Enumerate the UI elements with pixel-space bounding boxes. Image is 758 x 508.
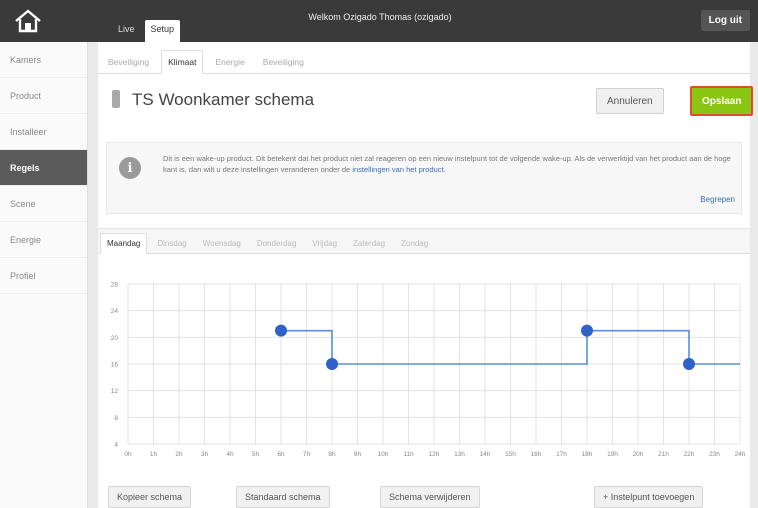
x-tick-label: 14h — [480, 451, 491, 458]
x-tick-label: 18h — [582, 451, 593, 458]
save-button[interactable]: Opslaan — [690, 86, 754, 116]
x-tick-label: 13h — [454, 451, 465, 458]
sidebar-item-scene[interactable]: Scene — [0, 186, 87, 222]
x-tick-label: 7h — [303, 451, 311, 458]
top-bar: Live Setup Welkom Ozigado Thomas (ozigad… — [0, 0, 758, 42]
x-tick-label: 17h — [556, 451, 567, 458]
y-tick-label: 16 — [111, 362, 119, 369]
main-panel: Beveiliging Klimaat Energie Beveiliging … — [98, 42, 754, 508]
x-tick-label: 10h — [378, 451, 389, 458]
x-tick-label: 4h — [226, 451, 234, 458]
tab-zondag[interactable]: Zondag — [395, 234, 434, 253]
delete-schedule-button[interactable]: Schema verwijderen — [380, 486, 480, 508]
x-tick-label: 24h — [735, 451, 746, 458]
y-tick-label: 12 — [111, 388, 119, 395]
setpoint-handle[interactable] — [275, 324, 287, 337]
info-icon: i — [119, 157, 141, 179]
x-tick-label: 3h — [201, 451, 209, 458]
add-setpoint-button[interactable]: + Instelpunt toevoegen — [594, 486, 704, 508]
sidebar-item-installeer[interactable]: Installeer — [0, 114, 87, 150]
bottom-actions: Kopieer schema Standaard schema Schema v… — [98, 486, 750, 508]
y-tick-label: 20 — [111, 335, 119, 342]
x-tick-label: 0h — [124, 451, 132, 458]
schedule-chart[interactable]: 0h 1h 2h 3h 4h 5h 6h 7h 8h 9h 10h 11h 12h 13h 14h 15h 16… — [98, 272, 750, 472]
x-tick-label: 11h — [403, 451, 414, 458]
x-tick-label: 21h — [658, 451, 669, 458]
sub-tabs: Beveiliging Klimaat Energie Beveiliging — [98, 42, 750, 74]
y-tick-label: 28 — [111, 282, 119, 289]
info-text: Dit is een wake-up product. Dit betekent… — [163, 153, 735, 175]
sidebar-item-kamers[interactable]: Kamers — [0, 42, 87, 78]
x-tick-label: 2h — [175, 451, 183, 458]
info-message: Dit is een wake-up product. Dit betekent… — [163, 154, 731, 174]
tab-beveiliging[interactable]: Beveiliging — [102, 51, 155, 73]
x-tick-label: 12h — [429, 451, 440, 458]
sidebar: Kamers Product Installeer Regels Scene E… — [0, 42, 88, 508]
mode-setup[interactable]: Setup — [144, 20, 181, 42]
sidebar-item-regels[interactable]: Regels — [0, 150, 87, 186]
tab-donderdag[interactable]: Donderdag — [251, 234, 303, 253]
x-tick-label: 22h — [684, 451, 695, 458]
setpoint-handle[interactable] — [683, 358, 695, 370]
copy-schedule-button[interactable]: Kopieer schema — [108, 486, 192, 508]
y-tick-label: 24 — [111, 308, 119, 315]
title-row: TS Woonkamer schema Annuleren Opslaan — [108, 86, 754, 118]
page-title: TS Woonkamer schema — [132, 90, 315, 109]
sidebar-item-profiel[interactable]: Profiel — [0, 258, 87, 294]
x-tick-label: 1h — [150, 451, 158, 458]
tab-woensdag[interactable]: Woensdag — [197, 234, 247, 253]
setpoint-handle[interactable] — [326, 358, 338, 370]
mode-live[interactable]: Live — [112, 20, 141, 42]
x-tick-label: 9h — [354, 451, 362, 458]
logout-button[interactable]: Log uit — [700, 10, 750, 31]
tab-beveiliging-2[interactable]: Beveiliging — [257, 51, 310, 73]
settings-link[interactable]: instellingen van het product. — [352, 165, 445, 174]
welcome-text: Welkom Ozigado Thomas (ozigado) — [308, 12, 452, 22]
sidebar-item-product[interactable]: Product — [0, 78, 87, 114]
info-box: i Dit is een wake-up product. Dit beteke… — [106, 142, 742, 214]
x-tick-label: 15h — [505, 451, 516, 458]
default-schedule-button[interactable]: Standaard schema — [236, 486, 330, 508]
mode-switch: Live Setup — [112, 20, 181, 42]
x-tick-label: 5h — [252, 451, 260, 458]
tab-energie[interactable]: Energie — [209, 51, 250, 73]
tab-zaterdag[interactable]: Zaterdag — [347, 234, 391, 253]
x-tick-label: 8h — [328, 451, 336, 458]
x-tick-label: 6h — [277, 451, 285, 458]
x-tick-label: 23h — [709, 451, 720, 458]
tab-dinsdag[interactable]: Dinsdag — [151, 234, 192, 253]
setpoint-handle[interactable] — [581, 324, 593, 337]
cancel-button[interactable]: Annuleren — [596, 88, 664, 114]
sidebar-item-energie[interactable]: Energie — [0, 222, 87, 258]
y-tick-label: 8 — [114, 415, 118, 422]
tab-maandag[interactable]: Maandag — [100, 233, 148, 254]
x-tick-label: 19h — [607, 451, 618, 458]
x-tick-label: 16h — [531, 451, 542, 458]
y-tick-label: 4 — [114, 442, 118, 449]
understood-link[interactable]: Begrepen — [700, 195, 735, 204]
thermostat-icon — [112, 90, 120, 108]
home-icon[interactable] — [8, 6, 48, 36]
x-tick-label: 20h — [633, 451, 644, 458]
day-tabs: Maandag Dinsdag Woensdag Donderdag Vrijd… — [98, 228, 750, 254]
tab-vrijdag[interactable]: Vrijdag — [306, 234, 343, 253]
tab-klimaat[interactable]: Klimaat — [161, 50, 204, 74]
